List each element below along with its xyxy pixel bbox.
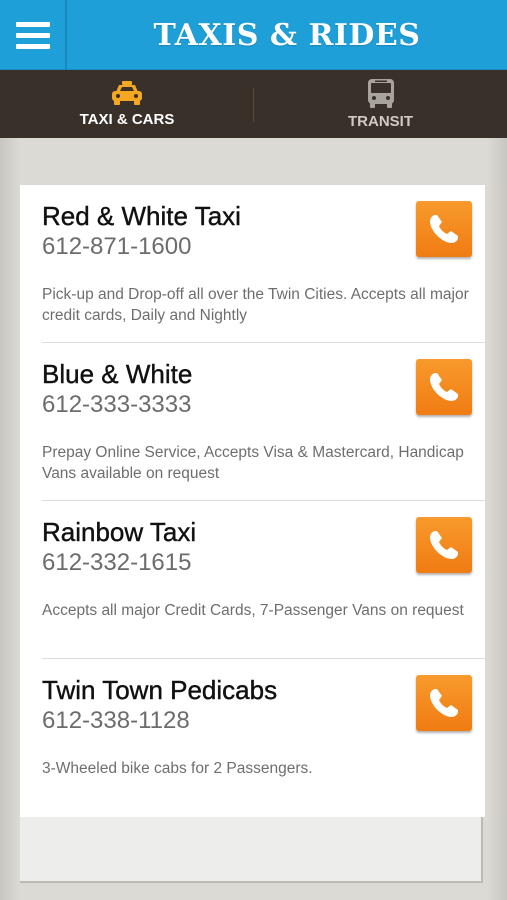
company-name: Twin Town Pedicabs [42, 675, 278, 705]
company-phone[interactable]: 612-332-1615 [42, 549, 191, 577]
tab-bar: TAXI & CARS TRANSIT [0, 70, 507, 205]
phone-icon [430, 373, 458, 401]
list-item[interactable]: Rainbow Taxi 612-332-1615 Accepts all ma… [20, 501, 485, 659]
phone-icon [430, 689, 458, 717]
hamburger-menu-icon[interactable] [0, 0, 67, 70]
call-button[interactable] [416, 359, 472, 415]
company-name: Blue & White [42, 359, 193, 389]
tab-taxi-cars[interactable]: TAXI & CARS [0, 70, 254, 138]
taxi-icon [112, 80, 142, 105]
company-phone[interactable]: 612-333-3333 [42, 391, 191, 419]
company-name: Rainbow Taxi [42, 517, 197, 547]
app-header: TAXIS & RIDES [0, 0, 507, 70]
phone-icon [430, 531, 458, 559]
call-button[interactable] [416, 201, 472, 257]
tab-label-transit: TRANSIT [348, 112, 413, 130]
tab-label-taxi: TAXI & CARS [79, 110, 175, 128]
company-description: Pick-up and Drop-off all over the Twin C… [42, 286, 469, 324]
bus-icon [367, 78, 394, 108]
phone-icon [430, 215, 458, 243]
call-button[interactable] [416, 517, 472, 573]
company-description: 3-Wheeled bike cabs for 2 Passengers. [42, 760, 313, 777]
company-phone[interactable]: 612-871-1600 [42, 233, 191, 261]
company-phone[interactable]: 612-338-1128 [42, 707, 190, 735]
list-item[interactable]: Blue & White 612-333-3333 Prepay Online … [20, 343, 485, 501]
company-description: Prepay Online Service, Accepts Visa & Ma… [42, 444, 464, 482]
list-item[interactable]: Twin Town Pedicabs 612-338-1128 3-Wheele… [20, 659, 485, 817]
call-button[interactable] [416, 675, 472, 731]
list-footer [20, 817, 483, 883]
list-item[interactable]: Red & White Taxi 612-871-1600 Pick-up an… [20, 185, 485, 343]
taxi-list: Red & White Taxi 612-871-1600 Pick-up an… [20, 185, 485, 817]
company-description: Accepts all major Credit Cards, 7-Passen… [42, 602, 464, 619]
page-title: TAXIS & RIDES [153, 17, 421, 53]
company-name: Red & White Taxi [42, 201, 241, 231]
tab-transit[interactable]: TRANSIT [254, 70, 507, 138]
